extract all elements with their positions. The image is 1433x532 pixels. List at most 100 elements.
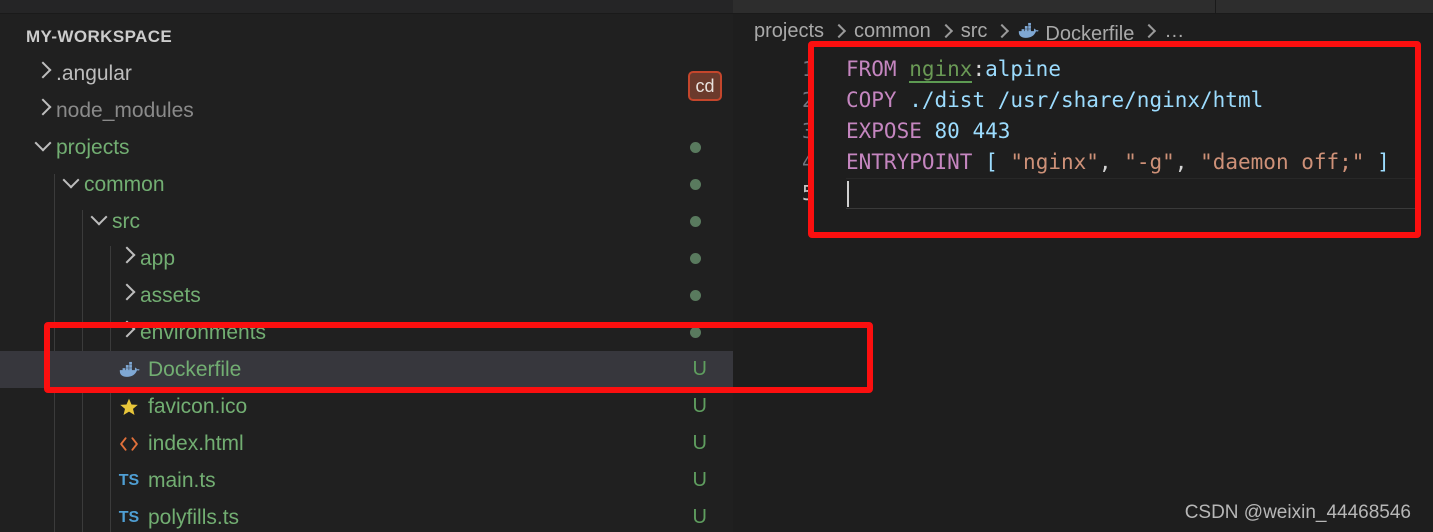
watermark: CSDN @weixin_44468546	[1184, 502, 1411, 523]
code-token: ,	[1098, 150, 1125, 174]
line-number: 2	[801, 88, 814, 112]
tree-item-label: projects	[56, 135, 130, 159]
tab-strip-empty-area	[1216, 0, 1433, 13]
line-number: 5	[801, 181, 814, 205]
code-line[interactable]: 2 COPY ./dist /usr/share/nginx/html	[733, 85, 1433, 116]
workbench-body: MY-WORKSPACE .angular node_modules project…	[0, 14, 1433, 532]
ts-icon: TS	[118, 508, 140, 526]
tab-dockerfile[interactable]	[733, 0, 1216, 13]
chevron-down-icon[interactable]	[32, 134, 54, 156]
tree-item-node-modules[interactable]: node_modules	[0, 92, 733, 129]
breadcrumb-item[interactable]: common	[854, 20, 931, 43]
git-modified-dot	[690, 327, 701, 338]
tree-item-src[interactable]: src	[0, 203, 733, 240]
tree-item-common[interactable]: common	[0, 166, 733, 203]
code-line-text[interactable]: FROM nginx:alpine	[833, 54, 1061, 85]
code-token: [	[985, 150, 998, 174]
tree-item-index-html[interactable]: index.html U	[0, 425, 733, 462]
chevron-right-icon[interactable]	[116, 283, 138, 304]
line-number: 4	[801, 150, 814, 174]
chevron-down-icon[interactable]	[60, 171, 82, 193]
code-token: ]	[1377, 150, 1390, 174]
tree-item-label: favicon.ico	[148, 394, 248, 418]
breadcrumb-item[interactable]: projects	[754, 20, 824, 43]
git-status-badge: U	[692, 469, 707, 491]
breadcrumb[interactable]: projects common src Dockerfile …	[733, 14, 1433, 49]
chevron-right-icon[interactable]	[32, 98, 54, 119]
code-line[interactable]: 4 ENTRYPOINT [ "nginx", "-g", "daemon off…	[733, 147, 1433, 178]
tree-item-label: node_modules	[56, 98, 194, 122]
breadcrumb-item-label: projects	[754, 20, 825, 42]
file-tree[interactable]: .angular node_modules projects common src app…	[0, 55, 733, 532]
docker-icon	[116, 359, 142, 381]
editor-tab-strip	[0, 0, 1433, 14]
code-line-text[interactable]: COPY ./dist /usr/share/nginx/html	[833, 85, 1263, 116]
git-status-badge: U	[692, 506, 707, 528]
code-token: EXPOSE	[846, 119, 922, 143]
code-line-text[interactable]: ENTRYPOINT [ "nginx", "-g", "daemon off;…	[833, 147, 1390, 178]
tree-item-projects[interactable]: projects	[0, 129, 733, 166]
ts-icon: TS	[118, 471, 140, 489]
explorer-root-row[interactable]: MY-WORKSPACE	[0, 19, 733, 55]
vscode-window: MY-WORKSPACE .angular node_modules project…	[0, 0, 1433, 532]
chevron-right-icon[interactable]	[32, 61, 54, 82]
chevron-right-icon	[995, 23, 1010, 38]
code-line[interactable]: 1 FROM nginx:alpine	[733, 54, 1433, 85]
breadcrumb-item[interactable]: Dockerfile	[1017, 18, 1134, 46]
code-editor[interactable]: projects common src Dockerfile … 1 FROM nginx…	[733, 14, 1433, 532]
code-token: ./dist /usr/share/nginx/html	[909, 88, 1264, 112]
git-modified-dot	[690, 179, 701, 190]
code-line[interactable]: 3 EXPOSE 80 443	[733, 116, 1433, 147]
chevron-right-icon[interactable]	[116, 320, 138, 341]
git-status-badge: U	[692, 358, 707, 380]
git-status-badge: U	[692, 432, 707, 454]
breadcrumb-item-label: Dockerfile	[1045, 22, 1135, 45]
tree-item-label: index.html	[148, 431, 244, 455]
cd-badge: cd	[688, 71, 722, 101]
tree-item-label: polyfills.ts	[148, 505, 240, 529]
code-token: 80 443	[934, 119, 1011, 143]
git-modified-dot	[690, 253, 701, 264]
code-token: "-g"	[1124, 150, 1175, 174]
code-token: alpine	[985, 57, 1061, 81]
git-modified-dot	[690, 142, 701, 153]
html-icon	[116, 434, 142, 454]
code-token: "daemon off;"	[1200, 150, 1365, 174]
tree-item-label: Dockerfile	[148, 357, 242, 381]
cd-badge-label: cd	[695, 75, 715, 96]
code-token: nginx	[909, 57, 973, 83]
code-line[interactable]: 5	[733, 178, 1433, 209]
tree-item-dockerfile[interactable]: Dockerfile U	[0, 351, 733, 388]
chevron-right-icon[interactable]	[116, 246, 138, 267]
code-line-text[interactable]: EXPOSE 80 443	[833, 116, 1010, 147]
tree-item--angular[interactable]: .angular	[0, 55, 733, 92]
chevron-right-icon	[831, 23, 847, 38]
star-icon	[116, 397, 142, 417]
tree-item-environments[interactable]: environments	[0, 314, 733, 351]
git-status-badge: U	[692, 395, 707, 417]
tree-item-app[interactable]: app	[0, 240, 733, 277]
line-number: 1	[801, 57, 814, 81]
explorer-sidebar[interactable]: MY-WORKSPACE .angular node_modulesproject…	[0, 14, 733, 532]
tree-item-favicon-ico[interactable]: favicon.ico U	[0, 388, 733, 425]
tree-item-main-ts[interactable]: TS main.ts U	[0, 462, 733, 499]
tree-item-polyfills-ts[interactable]: TS polyfills.ts U	[0, 499, 733, 532]
chevron-down-icon[interactable]	[88, 208, 110, 230]
code-token: COPY	[846, 88, 897, 112]
tree-item-label: assets	[140, 283, 201, 307]
breadcrumb-item-label: …	[1164, 20, 1185, 42]
tree-item-assets[interactable]: assets	[0, 277, 733, 314]
tree-item-label: .angular	[56, 61, 132, 85]
breadcrumb-item-label: src	[960, 20, 988, 42]
breadcrumb-item[interactable]: …	[1164, 20, 1184, 43]
git-modified-dot	[690, 216, 701, 227]
code-token: :	[972, 57, 986, 81]
tree-item-label: src	[112, 209, 140, 233]
code-content[interactable]: 1 FROM nginx:alpine 2 COPY ./dist /usr/shar…	[733, 49, 1433, 209]
breadcrumb-item[interactable]: src	[961, 20, 988, 43]
